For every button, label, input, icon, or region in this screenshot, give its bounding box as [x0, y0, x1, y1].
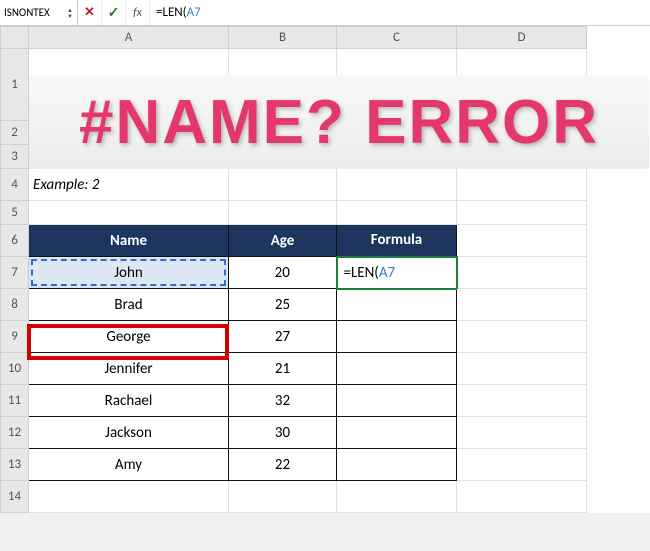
row-header-14[interactable]: 14: [1, 481, 29, 513]
cell[interactable]: [457, 289, 587, 321]
formula-input[interactable]: =LEN(A7: [150, 0, 650, 25]
insert-function-icon[interactable]: fx: [126, 0, 150, 25]
cell-a8[interactable]: Brad: [29, 289, 229, 321]
row-header-6[interactable]: 6: [1, 225, 29, 257]
col-header-b[interactable]: B: [229, 27, 337, 49]
row-header-13[interactable]: 13: [1, 449, 29, 481]
cell-c13[interactable]: [337, 449, 457, 481]
chevron-down-icon[interactable]: ▼: [67, 13, 73, 19]
worksheet: A B C D 1 2 3 4 Example: 2 5: [0, 26, 650, 513]
col-header-c[interactable]: C: [337, 27, 457, 49]
cell[interactable]: [29, 145, 229, 169]
row-header-4[interactable]: 4: [1, 169, 29, 201]
cell-b11[interactable]: 32: [229, 385, 337, 417]
row-header-8[interactable]: 8: [1, 289, 29, 321]
name-box-value: ISNONTEX: [4, 6, 50, 19]
name-box[interactable]: ISNONTEX ▲ ▼: [0, 0, 78, 25]
cell[interactable]: [229, 201, 337, 225]
example-label[interactable]: Example: 2: [29, 169, 229, 201]
cell[interactable]: [457, 481, 587, 513]
cell[interactable]: [337, 121, 457, 145]
formula-text: =LEN(: [156, 5, 187, 20]
row-header-12[interactable]: 12: [1, 417, 29, 449]
cell-a13[interactable]: Amy: [29, 449, 229, 481]
col-age-header[interactable]: Age: [229, 225, 337, 257]
cell[interactable]: [29, 121, 229, 145]
cell-c12[interactable]: [337, 417, 457, 449]
cell-b7[interactable]: 20: [229, 257, 337, 289]
cell-c9[interactable]: [337, 321, 457, 353]
cell-b8[interactable]: 25: [229, 289, 337, 321]
cell[interactable]: [229, 145, 337, 169]
cell-a11[interactable]: Rachael: [29, 385, 229, 417]
row-header-1[interactable]: 1: [1, 49, 29, 121]
row-header-2[interactable]: 2: [1, 121, 29, 145]
cell[interactable]: [337, 201, 457, 225]
cell-a12[interactable]: Jackson: [29, 417, 229, 449]
col-header-a[interactable]: A: [29, 27, 229, 49]
row-header-3[interactable]: 3: [1, 145, 29, 169]
cell[interactable]: [457, 321, 587, 353]
cell-c7-editing[interactable]: =LEN(A7: [337, 257, 457, 289]
row-header-9[interactable]: 9: [1, 321, 29, 353]
col-formula-header[interactable]: Formula: [337, 225, 457, 257]
cell[interactable]: [337, 481, 457, 513]
cell-b13[interactable]: 22: [229, 449, 337, 481]
cell[interactable]: [29, 201, 229, 225]
cell[interactable]: [229, 481, 337, 513]
row-header-10[interactable]: 10: [1, 353, 29, 385]
cell-b9[interactable]: 27: [229, 321, 337, 353]
formula-bar: ISNONTEX ▲ ▼ ✕ ✓ fx =LEN(A7: [0, 0, 650, 26]
cell[interactable]: [457, 225, 587, 257]
formula-reference: A7: [187, 5, 201, 20]
cell[interactable]: [457, 49, 587, 121]
cell[interactable]: [337, 49, 457, 121]
cancel-icon[interactable]: ✕: [78, 0, 102, 25]
cell[interactable]: [229, 169, 337, 201]
cell[interactable]: [457, 385, 587, 417]
cell-a9[interactable]: George: [29, 321, 229, 353]
cell-c8[interactable]: [337, 289, 457, 321]
row-header-5[interactable]: 5: [1, 201, 29, 225]
cell[interactable]: [337, 145, 457, 169]
cell[interactable]: [457, 417, 587, 449]
cell[interactable]: [457, 353, 587, 385]
cell[interactable]: [457, 201, 587, 225]
cell[interactable]: [457, 145, 587, 169]
row-header-11[interactable]: 11: [1, 385, 29, 417]
col-name-header[interactable]: Name: [29, 225, 229, 257]
cell-b12[interactable]: 30: [229, 417, 337, 449]
cell[interactable]: [457, 449, 587, 481]
cell-c10[interactable]: [337, 353, 457, 385]
cell[interactable]: [457, 121, 587, 145]
enter-icon[interactable]: ✓: [102, 0, 126, 25]
name-box-spinner[interactable]: ▲ ▼: [67, 7, 73, 19]
cell[interactable]: [29, 481, 229, 513]
cell[interactable]: [457, 169, 587, 201]
cell[interactable]: [29, 49, 229, 121]
cell-b10[interactable]: 21: [229, 353, 337, 385]
row-header-7[interactable]: 7: [1, 257, 29, 289]
grid: A B C D 1 2 3 4 Example: 2 5: [0, 26, 587, 513]
cell[interactable]: [229, 49, 337, 121]
cell[interactable]: [337, 169, 457, 201]
cell[interactable]: [229, 121, 337, 145]
select-all-corner[interactable]: [1, 27, 29, 49]
cell-a7[interactable]: John: [29, 257, 229, 289]
cell-c11[interactable]: [337, 385, 457, 417]
cell-a10[interactable]: Jennifer: [29, 353, 229, 385]
col-header-d[interactable]: D: [457, 27, 587, 49]
cell[interactable]: [457, 257, 587, 289]
